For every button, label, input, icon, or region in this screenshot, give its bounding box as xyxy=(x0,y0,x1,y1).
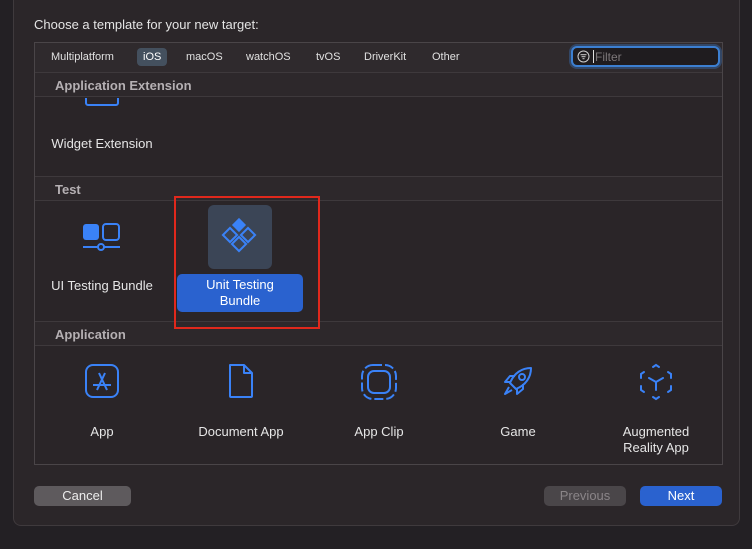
cancel-button[interactable]: Cancel xyxy=(34,486,131,506)
rocket-icon xyxy=(504,367,532,395)
section-header-test: Test xyxy=(35,176,722,201)
new-target-dialog: Choose a template for your new target: M… xyxy=(13,0,740,526)
tab-tvos[interactable]: tvOS xyxy=(310,48,346,66)
section-header-application-extension: Application Extension xyxy=(35,72,722,97)
tab-other[interactable]: Other xyxy=(426,48,466,66)
app-clip-icon xyxy=(361,364,397,400)
app-store-icon xyxy=(85,364,119,398)
template-label: UI Testing Bundle xyxy=(51,278,153,293)
tab-watchos[interactable]: watchOS xyxy=(240,48,297,66)
template-label: Augmented Reality App xyxy=(622,424,690,455)
text-cursor xyxy=(593,50,594,63)
filter-icon xyxy=(577,50,590,63)
tab-macos[interactable]: macOS xyxy=(180,48,229,66)
ar-cube-icon xyxy=(640,363,672,401)
widget-icon xyxy=(85,98,119,106)
section-application-extension: Widget Extension xyxy=(35,98,722,176)
filter-field[interactable] xyxy=(571,46,720,67)
next-button[interactable]: Next xyxy=(640,486,722,506)
template-label: Widget Extension xyxy=(51,136,153,151)
template-label: App xyxy=(90,424,114,439)
template-label: Document App xyxy=(198,424,284,439)
ui-testing-icon xyxy=(83,223,120,251)
dialog-prompt: Choose a template for your new target: xyxy=(34,17,259,32)
document-icon xyxy=(229,364,253,398)
section-header-application: Application xyxy=(35,321,722,346)
template-label: Game xyxy=(500,424,536,439)
tab-ios[interactable]: iOS xyxy=(137,48,168,66)
tab-driverkit[interactable]: DriverKit xyxy=(358,48,412,66)
template-panel: Multiplatform iOS macOS watchOS tvOS Dri… xyxy=(34,42,723,465)
template-ui-testing-bundle[interactable]: UI Testing Bundle xyxy=(39,203,165,303)
annotation-highlight-box xyxy=(174,196,320,329)
previous-button[interactable]: Previous xyxy=(544,486,626,506)
platform-tab-bar: Multiplatform iOS macOS watchOS tvOS Dri… xyxy=(35,43,722,73)
template-label: App Clip xyxy=(354,424,404,439)
tab-multiplatform[interactable]: Multiplatform xyxy=(45,48,120,66)
filter-input[interactable] xyxy=(595,49,715,64)
